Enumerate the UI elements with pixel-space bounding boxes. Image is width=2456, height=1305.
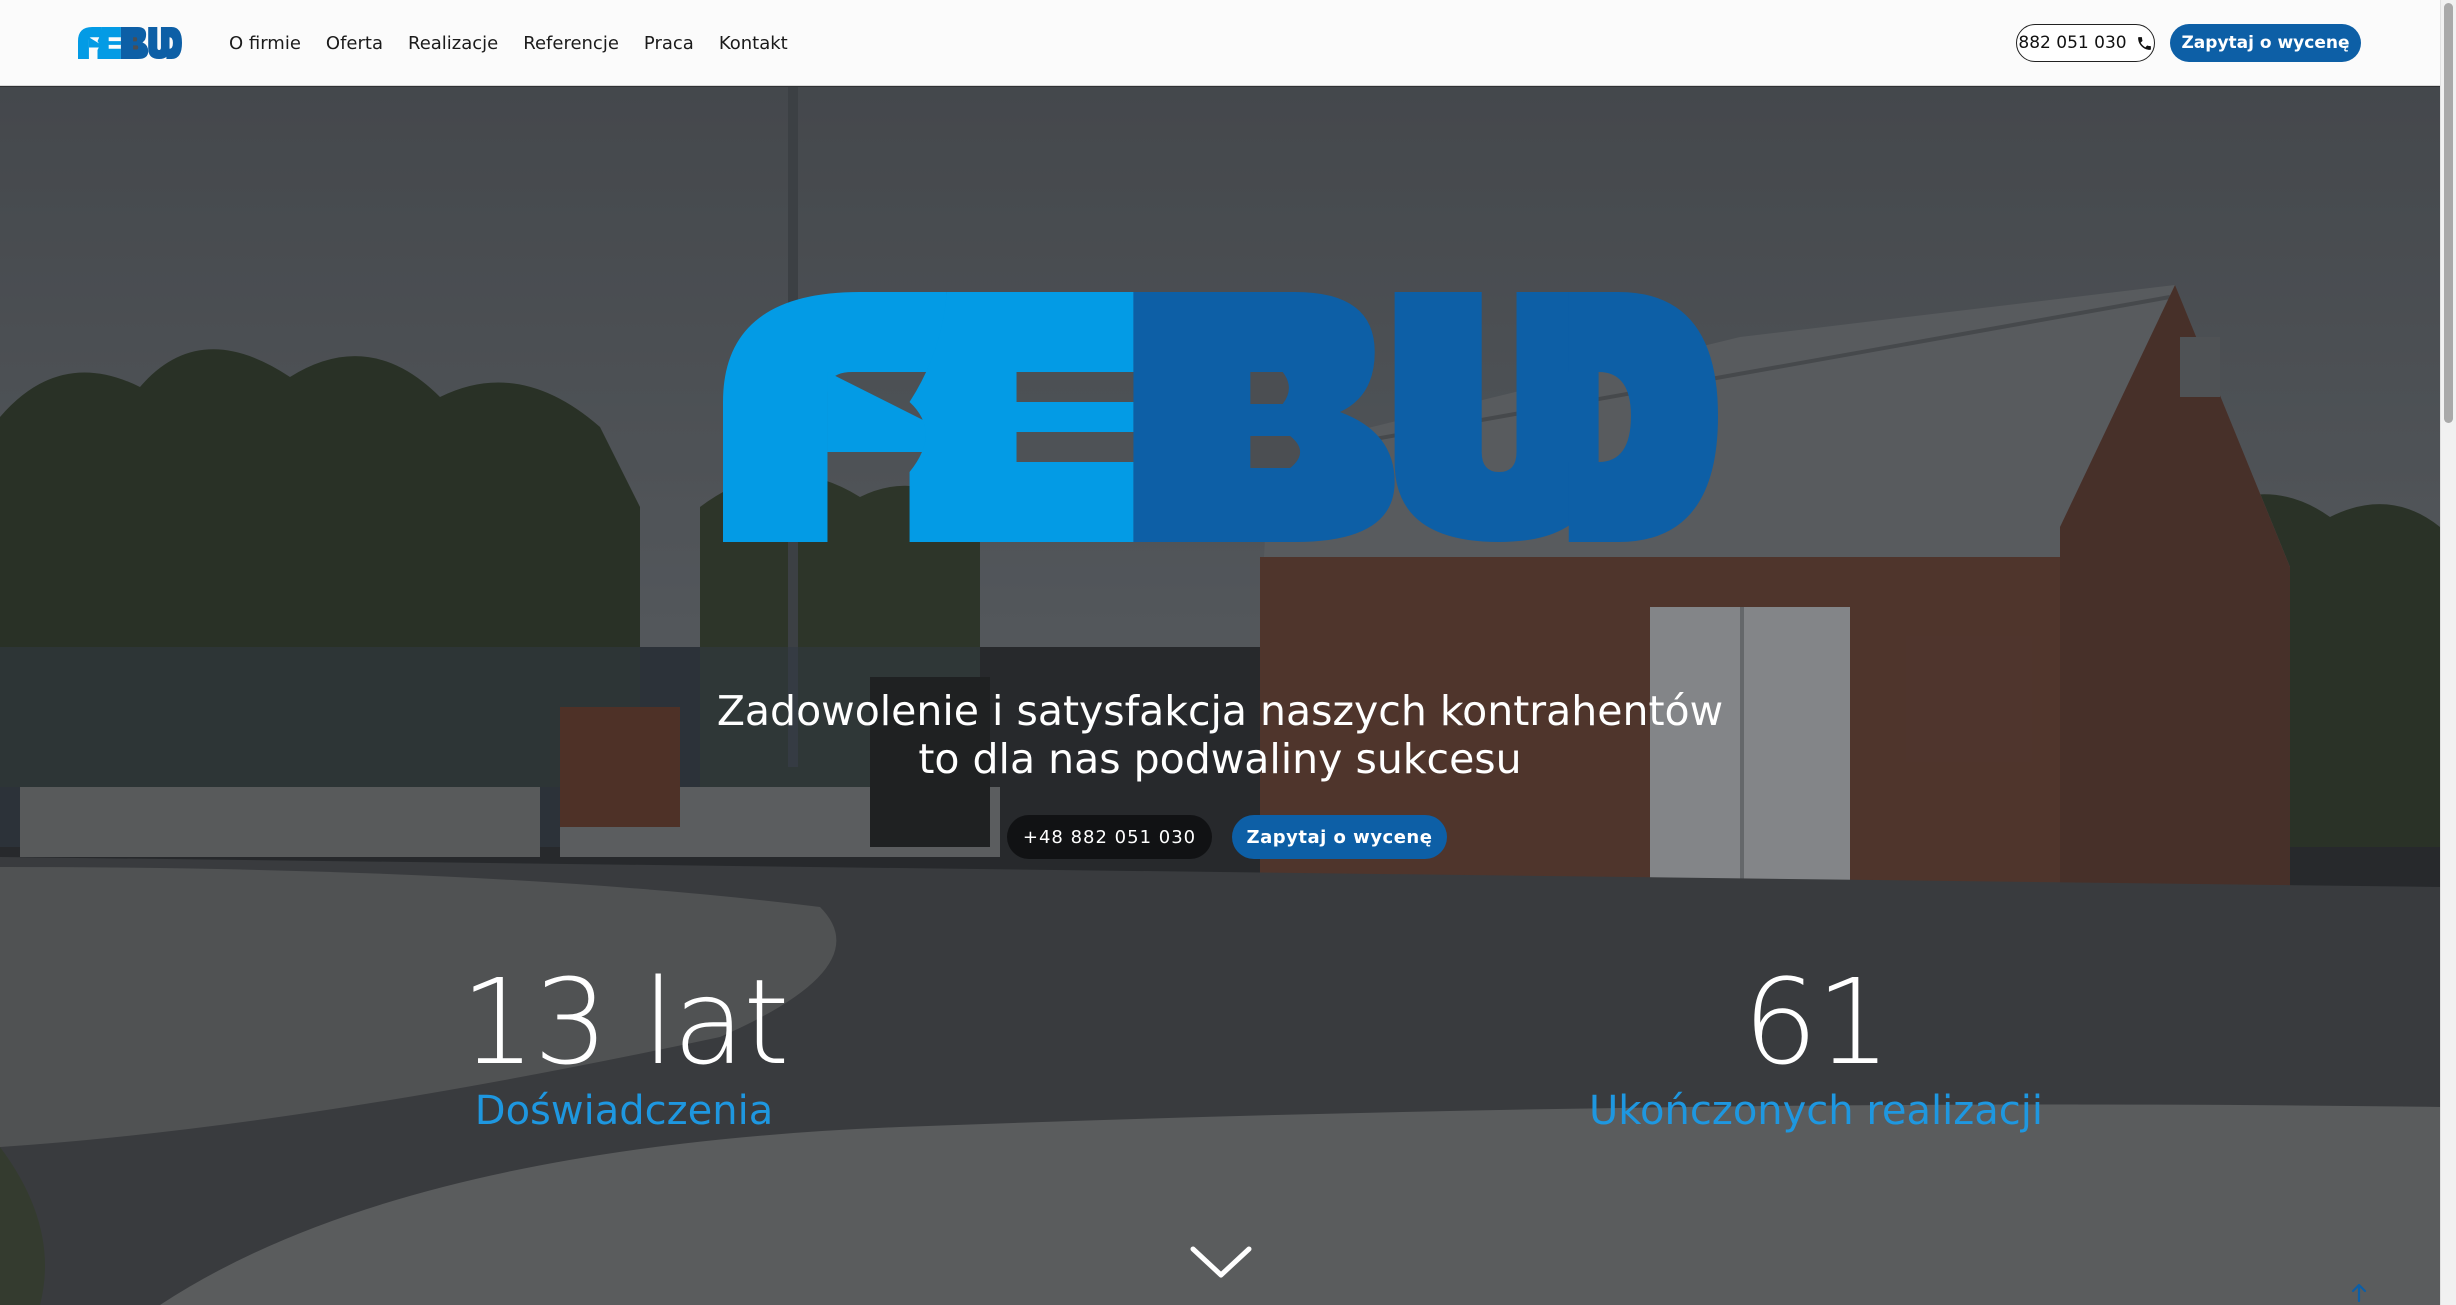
nav-link-realizacje[interactable]: Realizacje bbox=[408, 33, 498, 54]
hero-section: Zadowolenie i satysfakcja naszych kontra… bbox=[0, 87, 2440, 1305]
hero-phone-button[interactable]: +48 882 051 030 bbox=[1007, 815, 1212, 859]
stat-experience: 13 lat Doświadczenia bbox=[424, 957, 824, 1135]
stat-experience-value: 13 lat bbox=[460, 953, 789, 1091]
hero-actions: +48 882 051 030 Zapytaj o wycenę bbox=[1007, 815, 1447, 859]
stat-projects: 61 Ukończonych realizacji bbox=[1516, 957, 2116, 1135]
nav-phone-number: 882 051 030 bbox=[2018, 33, 2127, 53]
nav-link-referencje[interactable]: Referencje bbox=[523, 33, 619, 54]
hero-headline: Zadowolenie i satysfakcja naszych kontra… bbox=[600, 687, 1840, 783]
nav-link-oferta[interactable]: Oferta bbox=[326, 33, 383, 54]
nav-link-o-firmie[interactable]: O firmie bbox=[229, 33, 301, 54]
nav-phone-button[interactable]: 882 051 030 bbox=[2016, 24, 2155, 62]
stat-projects-value: 61 bbox=[1742, 953, 1891, 1091]
nav-links: O firmie Oferta Realizacje Referencje Pr… bbox=[229, 0, 813, 86]
hero-headline-line-2: to dla nas podwaliny sukcesu bbox=[918, 735, 1522, 783]
phone-icon bbox=[2137, 36, 2151, 50]
page-scrollbar[interactable] bbox=[2440, 0, 2456, 1305]
stat-projects-label: Ukończonych realizacji bbox=[1588, 1088, 2044, 1134]
chevron-down-icon[interactable] bbox=[1190, 1245, 1252, 1281]
hero-quote-button[interactable]: Zapytaj o wycenę bbox=[1232, 815, 1447, 859]
nav-link-kontakt[interactable]: Kontakt bbox=[719, 33, 788, 54]
hero-pebud-logo bbox=[723, 292, 1718, 542]
top-navigation: O firmie Oferta Realizacje Referencje Pr… bbox=[0, 0, 2440, 86]
pebud-logo[interactable] bbox=[78, 27, 182, 59]
arrow-up-icon[interactable] bbox=[2350, 1283, 2368, 1303]
hero-headline-line-1: Zadowolenie i satysfakcja naszych kontra… bbox=[716, 687, 1724, 735]
nav-quote-button[interactable]: Zapytaj o wycenę bbox=[2170, 24, 2361, 62]
stat-experience-label: Doświadczenia bbox=[474, 1088, 774, 1134]
nav-link-praca[interactable]: Praca bbox=[644, 33, 694, 54]
scrollbar-thumb[interactable] bbox=[2444, 3, 2453, 423]
